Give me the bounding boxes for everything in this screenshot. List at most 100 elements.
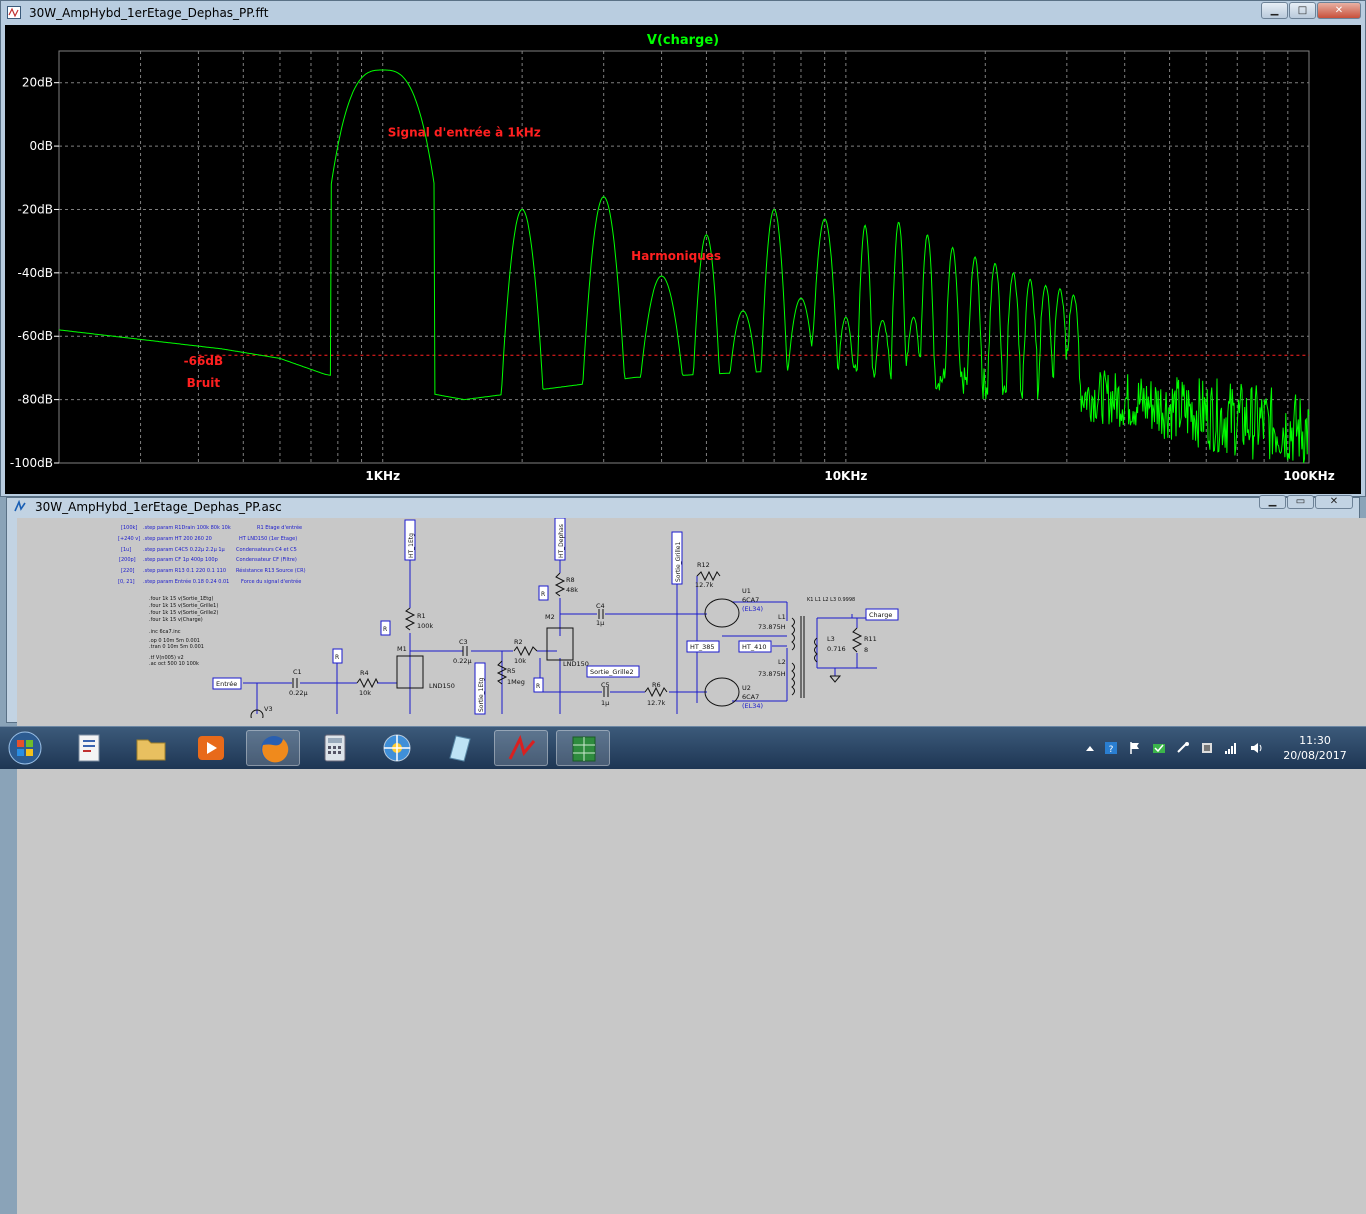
device-icon[interactable]: [1200, 741, 1214, 755]
c3-value: 0.22µ: [453, 657, 472, 665]
directive-6: [0, 21] .step param Entrée 0.18 0.24 0.01…: [118, 578, 301, 585]
r5-value: 1Meg: [507, 678, 525, 686]
signal-strength-icon[interactable]: [1224, 741, 1238, 755]
schematic-maximize-button[interactable]: ▭: [1287, 495, 1314, 509]
u2-part: 6CA7: [742, 693, 759, 701]
start-button[interactable]: [0, 730, 50, 766]
svg-text:.step param CF 1p 400p 100p: .step param CF 1p 400p 100p: [143, 557, 218, 563]
directive-1: [100k] .step param R1Drain 100k 80k 10k R1…: [121, 524, 302, 531]
schematic-window[interactable]: 30W_AmpHybd_1erEtage_Dephas_PP.asc ▁ ▭ ✕…: [6, 495, 1366, 1214]
annotation-1: Signal d'entrée à 1kHz: [388, 126, 541, 140]
schematic-canvas[interactable]: [100k] .step param R1Drain 100k 80k 10k R1…: [17, 518, 1366, 1214]
r2-value: 10k: [514, 657, 526, 665]
flag-icon[interactable]: [1128, 741, 1142, 755]
minimize-button[interactable]: ▁: [1261, 2, 1288, 19]
c4-label: C4: [596, 602, 605, 610]
clock-time: 11:30: [1299, 734, 1331, 747]
svg-text:.step param C4C5 0.22µ 2.2µ 1µ: .step param C4C5 0.22µ 2.2µ 1µ: [143, 547, 226, 553]
r6-label: R6: [652, 681, 661, 689]
u1-part: 6CA7: [742, 596, 759, 604]
four-line-1: .four 1k 15 v(Sortie_1Etg): [149, 596, 213, 602]
directive-3: [1u] .step param C4C5 0.22µ 2.2µ 1µ Conden…: [121, 547, 297, 553]
tf-line-2: .ac oct 500 10 100k: [149, 661, 199, 667]
svg-text:R1 Etage d'entrée: R1 Etage d'entrée: [257, 524, 302, 531]
svg-text:[100k]: [100k]: [121, 525, 137, 531]
net-sortie-grille1: Sortie_Grille1: [675, 542, 682, 582]
svg-text:.step param Entrée 0.18 0.24 0: .step param Entrée 0.18 0.24 0.01: [143, 578, 229, 585]
v3-label: V3: [264, 705, 273, 713]
fft-window[interactable]: 30W_AmpHybd_1erEtage_Dephas_PP.fft ▁ □ ✕…: [0, 0, 1366, 497]
taskbar-excel[interactable]: [556, 730, 610, 766]
net-tag-r3: R: [541, 591, 545, 598]
net-ht-410: HT_410: [742, 643, 767, 651]
net-charge: Charge: [869, 611, 892, 619]
r11-value: 8: [864, 646, 868, 654]
clock[interactable]: 11:30 20/08/2017: [1280, 733, 1350, 763]
c5-value: 1µ: [601, 699, 609, 707]
net-entree: Entrée: [216, 680, 237, 688]
fft-plot[interactable]: 20dB 0dB -20dB -40dB -60dB -80dB -100dB 1KHz 10K…: [5, 25, 1361, 494]
svg-text:[200p]: [200p]: [119, 557, 136, 563]
taskbar-media[interactable]: [184, 730, 238, 766]
taskbar-explorer[interactable]: [124, 730, 178, 766]
c5-label: C5: [601, 681, 610, 689]
svg-text:?: ?: [1109, 745, 1114, 755]
four-line-4: .four 1k 15 v(Charge): [149, 617, 203, 623]
schematic-minimize-button[interactable]: ▁: [1259, 495, 1286, 509]
l2-value: 73.875H: [758, 670, 786, 678]
schematic-window-titlebar[interactable]: 30W_AmpHybd_1erEtage_Dephas_PP.asc ▁ ▭ ✕: [7, 495, 1359, 516]
chevron-up-icon[interactable]: [1083, 741, 1097, 755]
r4-value: 10k: [359, 689, 371, 697]
net-tag-r2: R: [335, 654, 339, 661]
net-ht-dephas: HT_Dephas: [558, 524, 565, 558]
r2-label: R2: [514, 638, 523, 646]
svg-text:.step param R13 0.1 220 0.1 11: .step param R13 0.1 220 0.1 110: [143, 568, 226, 574]
net-ht-385: HT_385: [690, 643, 715, 651]
l1-label: L1: [778, 613, 786, 621]
u2-alt: (EL34): [742, 702, 763, 710]
clock-date: 20/08/2017: [1283, 749, 1347, 762]
op-line-2: .tran 0 10m 5m 0.001: [149, 644, 204, 650]
m2-part: LND150: [563, 660, 589, 668]
r11-label: R11: [864, 635, 877, 643]
taskbar-ltspice[interactable]: [494, 730, 548, 766]
usb-icon[interactable]: [1176, 741, 1190, 755]
net-ht-1etg: HT_1Etg: [408, 533, 415, 558]
r8-label: R8: [566, 576, 575, 584]
sync-icon[interactable]: [1152, 741, 1166, 755]
y-tick-label: -40dB: [18, 266, 53, 280]
x-tick-label: 1KHz: [365, 469, 400, 483]
r12-label: R12: [697, 561, 710, 569]
svg-text:HT LND150 (1er Etage): HT LND150 (1er Etage): [239, 536, 297, 542]
c1-value: 0.22µ: [289, 689, 308, 697]
network-icon: [383, 734, 411, 762]
maximize-button[interactable]: □: [1289, 2, 1316, 19]
c1-label: C1: [293, 668, 302, 676]
svg-text:[1u]: [1u]: [121, 547, 131, 553]
directive-2: [+240 v] .step param HT 200 260 20 HT LND1…: [118, 536, 297, 542]
four-line-2: .four 1k 15 v(Sortie_Grille1): [149, 603, 218, 609]
taskbar-network[interactable]: [370, 730, 424, 766]
y-tick-label: -80dB: [18, 393, 53, 407]
close-button[interactable]: ✕: [1317, 2, 1361, 19]
network-tray-icon[interactable]: ?: [1104, 741, 1118, 755]
svg-text:[+240 v]: [+240 v]: [118, 536, 140, 542]
svg-text:.step param HT 200 260 20: .step param HT 200 260 20: [143, 536, 212, 542]
schematic-window-title: 30W_AmpHybd_1erEtage_Dephas_PP.asc: [35, 500, 282, 514]
l3-label: L3: [827, 635, 835, 643]
calculator-icon: [324, 734, 346, 762]
x-tick-label: 100KHz: [1283, 469, 1334, 483]
taskbar-notes[interactable]: [432, 730, 486, 766]
waveform-icon: [7, 6, 21, 19]
schematic-close-button[interactable]: ✕: [1315, 495, 1353, 509]
taskbar-calculator[interactable]: [308, 730, 362, 766]
m1-part: LND150: [429, 682, 455, 690]
taskbar-firefox[interactable]: [246, 730, 300, 766]
notes-icon: [449, 735, 471, 762]
fft-window-titlebar[interactable]: 30W_AmpHybd_1erEtage_Dephas_PP.fft ▁ □ ✕: [1, 1, 1365, 25]
taskbar-word[interactable]: [62, 730, 116, 766]
folder-icon: [136, 739, 166, 761]
svg-text:Condensateurs C4 et C5: Condensateurs C4 et C5: [236, 547, 297, 553]
volume-icon[interactable]: [1250, 741, 1264, 755]
y-tick-label: -60dB: [18, 329, 53, 343]
